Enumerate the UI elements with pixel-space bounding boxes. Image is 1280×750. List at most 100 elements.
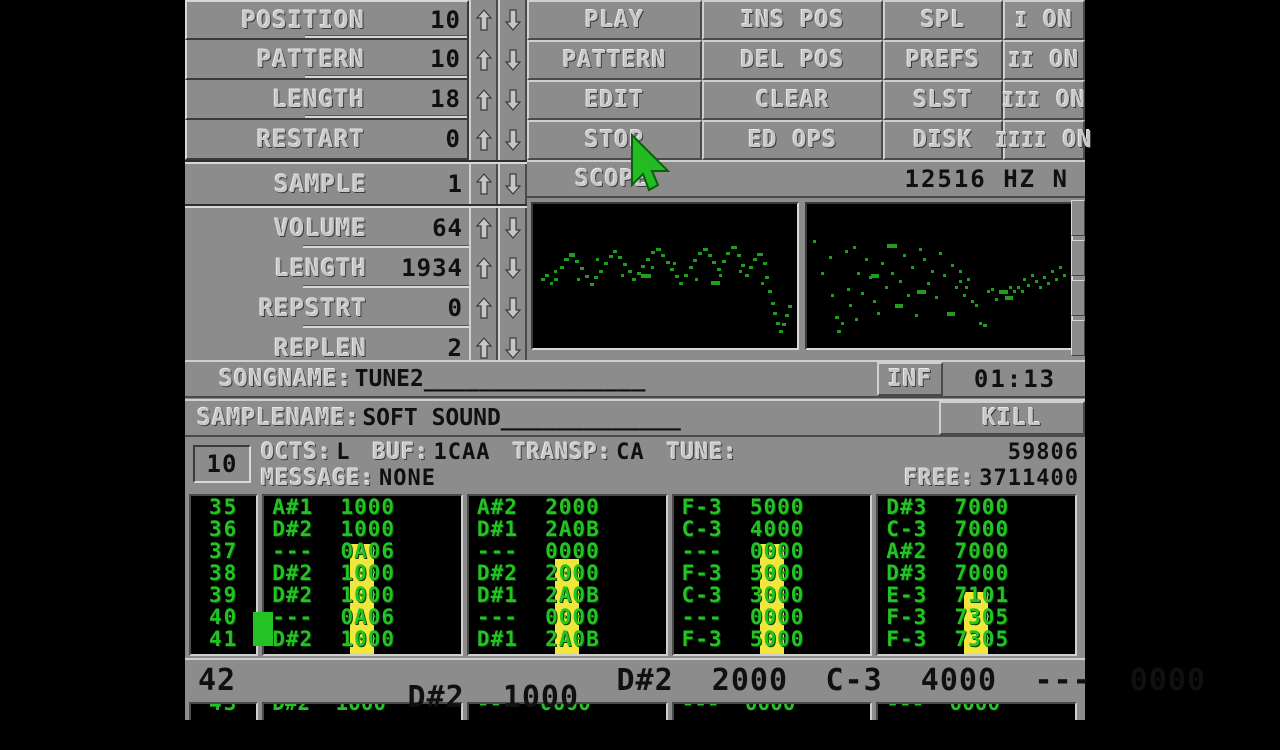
volume-slider-4[interactable] bbox=[1071, 320, 1085, 356]
scope-header[interactable]: SCOPE 12516 HZ N bbox=[527, 160, 1085, 198]
channel-numeral: I bbox=[1015, 8, 1029, 32]
octs-label: OCTS: bbox=[261, 440, 333, 465]
sample-decrease-button[interactable] bbox=[498, 164, 527, 204]
pattern-cell[interactable]: D#2 1000 bbox=[264, 562, 461, 584]
pattern-cell[interactable]: A#2 7000 bbox=[878, 540, 1075, 562]
volume-slider-2[interactable] bbox=[1071, 240, 1085, 276]
pattern-cell[interactable]: F-3 5000 bbox=[674, 628, 871, 650]
param-row-repstrt[interactable]: REPSTRT 0 bbox=[185, 288, 527, 328]
position-decrease-button[interactable] bbox=[498, 0, 527, 40]
pattern-cell[interactable]: --- 0000 bbox=[469, 540, 666, 562]
pattern-increase-button[interactable] bbox=[469, 40, 498, 80]
stop-button[interactable]: STOP bbox=[527, 120, 702, 160]
param-row-length[interactable]: LENGTH 18 bbox=[185, 80, 527, 120]
pattern-cell[interactable]: D#2 1000 bbox=[264, 518, 461, 540]
pattern-channel-4[interactable]: D#3 7000 C-3 7000 A#2 7000 D#3 7000 E-3 … bbox=[876, 494, 1077, 656]
param-row-sample-length[interactable]: LENGTH 1934 bbox=[185, 248, 527, 288]
param-value-pattern: 10 bbox=[430, 45, 461, 73]
pattern-channel-2[interactable]: A#2 2000 D#1 2A0B --- 0000 D#2 2000 D#1 … bbox=[466, 494, 668, 656]
pattern-cell[interactable]: D#2 2000 bbox=[469, 562, 666, 584]
volume-decrease-button[interactable] bbox=[498, 208, 527, 248]
volume-slider-1[interactable] bbox=[1071, 200, 1085, 236]
del-pos-button[interactable]: DEL POS bbox=[702, 40, 883, 80]
pattern-cell[interactable]: D#1 2A0B bbox=[469, 584, 666, 606]
pattern-cell[interactable]: D#2 1000 bbox=[264, 628, 461, 650]
edit-button[interactable]: EDIT bbox=[527, 80, 702, 120]
pattern-cell[interactable]: D#3 7000 bbox=[878, 562, 1075, 584]
restart-increase-button[interactable] bbox=[469, 120, 498, 160]
samplename-input[interactable]: SOFT SOUND_____________ bbox=[360, 405, 939, 431]
pattern-cell[interactable]: C-3 7000 bbox=[878, 518, 1075, 540]
row-number: 40 bbox=[208, 605, 239, 629]
volume-increase-button[interactable] bbox=[469, 208, 498, 248]
channel-3-toggle[interactable]: III ON bbox=[1002, 80, 1085, 120]
repstrt-decrease-button[interactable] bbox=[498, 288, 527, 328]
pattern-cell[interactable]: D#1 2A0B bbox=[469, 518, 666, 540]
pattern-cell[interactable]: F-3 5000 bbox=[674, 496, 871, 518]
pattern-channel-3[interactable]: F-3 5000 C-3 4000 --- 0000 F-3 5000 C-3 … bbox=[671, 494, 873, 656]
message-label: MESSAGE: bbox=[261, 466, 375, 491]
param-row-position[interactable]: POSITION 10 bbox=[185, 0, 527, 40]
disk-button[interactable]: DISK bbox=[883, 120, 1003, 160]
pattern-channel-1[interactable]: A#1 1000 D#2 1000 --- 0A06 D#2 1000 D#2 … bbox=[262, 494, 463, 656]
message-value[interactable]: NONE bbox=[379, 466, 436, 491]
octs-value[interactable]: L bbox=[336, 440, 350, 465]
pattern-editor: 35 36 37 38 39 40 41 A#1 1000 D#2 1000 -… bbox=[185, 492, 1205, 720]
pattern-cell[interactable]: A#2 2000 bbox=[469, 496, 666, 518]
samplename-label: SAMPLENAME: bbox=[197, 405, 361, 431]
sample-length-decrease-button[interactable] bbox=[498, 248, 527, 288]
current-position-value: 10 bbox=[206, 450, 238, 478]
param-value-repstrt: 0 bbox=[447, 294, 463, 322]
pattern-cell[interactable]: F-3 5000 bbox=[674, 562, 871, 584]
channel-4-toggle[interactable]: IIII ON bbox=[996, 120, 1091, 160]
info-row-primary: OCTS: L BUF: 1CAA TRANSP: CA TUNE: 59806 bbox=[261, 439, 1079, 466]
channel-1-toggle[interactable]: I ON bbox=[1003, 0, 1085, 40]
ins-pos-button[interactable]: INS POS bbox=[702, 0, 883, 40]
param-row-restart[interactable]: RESTART 0 bbox=[185, 120, 527, 160]
clear-button[interactable]: CLEAR bbox=[702, 80, 883, 120]
slst-button[interactable]: SLST bbox=[883, 80, 1003, 120]
pattern-cell[interactable]: A#1 1000 bbox=[264, 496, 461, 518]
inf-button[interactable]: INF bbox=[877, 362, 943, 396]
pattern-cell[interactable]: C-3 4000 bbox=[674, 518, 871, 540]
scope-display-area bbox=[527, 198, 1085, 358]
pattern-cell[interactable]: E-3 7101 bbox=[878, 584, 1075, 606]
channel-2-toggle[interactable]: II ON bbox=[1003, 40, 1085, 80]
param-row-pattern[interactable]: PATTERN 10 bbox=[185, 40, 527, 80]
volume-slider-3[interactable] bbox=[1071, 280, 1085, 316]
pattern-cell[interactable]: C-3 3000 bbox=[674, 584, 871, 606]
tune-value: 59806 bbox=[1007, 440, 1079, 465]
ed-ops-button[interactable]: ED OPS bbox=[702, 120, 883, 160]
param-row-volume[interactable]: VOLUME 64 bbox=[185, 208, 527, 248]
kill-button[interactable]: KILL bbox=[939, 401, 1085, 435]
param-row-sample[interactable]: SAMPLE 1 bbox=[185, 164, 527, 204]
pattern-cell[interactable]: D#3 7000 bbox=[878, 496, 1075, 518]
pattern-decrease-button[interactable] bbox=[498, 40, 527, 80]
repstrt-increase-button[interactable] bbox=[469, 288, 498, 328]
play-button[interactable]: PLAY bbox=[527, 0, 702, 40]
pattern-button[interactable]: PATTERN bbox=[527, 40, 702, 80]
next-cell-channel-4[interactable]: --- 0000 bbox=[876, 702, 1077, 720]
current-position-box[interactable]: 10 bbox=[193, 445, 251, 483]
pattern-cell[interactable]: D#1 2A0B bbox=[469, 628, 666, 650]
pattern-cell[interactable]: --- 0A06 bbox=[264, 606, 461, 628]
pattern-cell[interactable]: --- 0000 bbox=[469, 606, 666, 628]
sample-length-increase-button[interactable] bbox=[469, 248, 498, 288]
spl-button[interactable]: SPL bbox=[883, 0, 1003, 40]
length-decrease-button[interactable] bbox=[498, 80, 527, 120]
songname-input[interactable]: TUNE2________________ bbox=[353, 366, 877, 392]
sample-increase-button[interactable] bbox=[469, 164, 498, 204]
prefs-button[interactable]: PREFS bbox=[883, 40, 1003, 80]
length-increase-button[interactable] bbox=[469, 80, 498, 120]
pattern-cell[interactable]: --- 0A06 bbox=[264, 540, 461, 562]
channel-numeral: II bbox=[1008, 48, 1035, 72]
pattern-cell[interactable]: F-3 7305 bbox=[878, 606, 1075, 628]
pattern-cell[interactable]: F-3 7305 bbox=[878, 628, 1075, 650]
restart-decrease-button[interactable] bbox=[498, 120, 527, 160]
position-increase-button[interactable] bbox=[469, 0, 498, 40]
playback-time: 01:13 bbox=[973, 365, 1057, 393]
next-cell-channel-3[interactable]: --- 0000 bbox=[671, 702, 873, 720]
pattern-cell[interactable]: --- 0000 bbox=[674, 540, 871, 562]
pattern-cell[interactable]: D#2 1000 bbox=[264, 584, 461, 606]
pattern-cell[interactable]: --- 0000 bbox=[674, 606, 871, 628]
